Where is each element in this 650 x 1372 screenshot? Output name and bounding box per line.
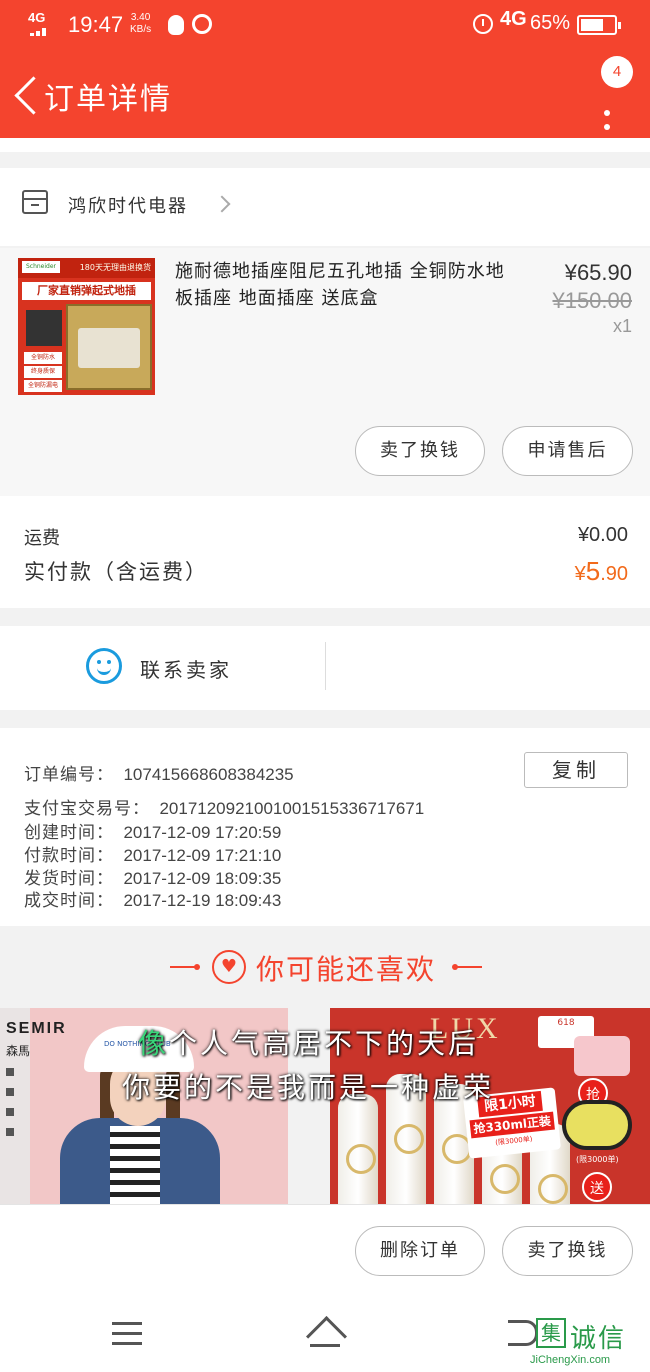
lyric-rest: 个人气高居不下的天后 <box>169 1027 480 1060</box>
thumb-tag: 全铜防水 <box>24 352 62 364</box>
created-time-line: 创建时间： 2017-12-09 17:20:59 <box>24 818 281 843</box>
alipay-number-line: 支付宝交易号： 2017120921001001515336717671 <box>24 794 424 819</box>
sell-button-bottom[interactable]: 卖了换钱 <box>502 1226 633 1276</box>
info-value: 2017-12-19 18:09:43 <box>123 891 282 910</box>
striped-shirt <box>110 1126 160 1204</box>
thumb-floor-socket <box>66 304 152 390</box>
network-type-2: 4G <box>500 8 527 30</box>
gift-badge: 送 <box>582 1172 612 1202</box>
top-strip <box>0 138 650 152</box>
bullet <box>6 1128 14 1136</box>
contact-row: 联系卖家 <box>0 626 650 710</box>
thumb-ad-text: 厂家直销弹起式地插 <box>22 282 151 300</box>
battery-percent: 65% <box>530 12 571 34</box>
product-name[interactable]: 施耐德地插座阻尼五孔地插 全铜防水地板插座 地面插座 送底盒 <box>175 258 515 312</box>
product-price: ¥65.90 <box>564 260 632 285</box>
copy-button[interactable]: 复制 <box>524 752 628 788</box>
shipping-label: 运费 <box>24 528 60 549</box>
paid-label: 实付款（含运费） <box>24 560 208 584</box>
watermark-url: JiChengXin.com <box>530 1354 611 1366</box>
divider <box>325 642 326 690</box>
thumb-tag: 终身质保 <box>24 366 62 378</box>
bullet <box>6 1108 14 1116</box>
delete-order-button[interactable]: 删除订单 <box>355 1226 485 1276</box>
order-number-line: 订单编号： 107415668608384235 <box>24 760 294 785</box>
menu-icon[interactable] <box>112 1322 142 1346</box>
pink-towel-gift <box>574 1036 630 1076</box>
info-label: 支付宝交易号： <box>24 799 150 819</box>
product-original-price: ¥150.00 <box>552 288 632 313</box>
recommend-title: 你可能还喜欢 <box>256 953 437 986</box>
info-label: 成交时间： <box>24 891 114 911</box>
product-thumbnail[interactable]: 180天无理由退换货 Schneider 厂家直销弹起式地插 全铜防水 终身质保… <box>18 258 155 395</box>
sell-button[interactable]: 卖了换钱 <box>355 426 485 476</box>
paid-int: 5 <box>585 556 601 586</box>
title-bar: 订单详情 <box>0 52 650 138</box>
lyric-highlight: 像 <box>138 1027 170 1060</box>
speed-value: 3.40 <box>130 12 151 23</box>
network-type: 4G <box>28 10 46 25</box>
bullet <box>6 1088 14 1096</box>
after-sale-button[interactable]: 申请售后 <box>502 426 633 476</box>
thumb-logo: Schneider <box>22 261 60 273</box>
bullet <box>6 1068 14 1076</box>
more-menu-icon[interactable] <box>598 88 618 134</box>
info-value: 2017120921001001515336717671 <box>159 799 425 818</box>
lyric-line-2: 你要的不是我而是一种虚荣 <box>122 1071 495 1104</box>
status-bar: 4G 19:47 3.40 KB/s 4G 65% <box>0 0 650 52</box>
lyric-line-1: 像个人气高居不下的天后 <box>138 1022 479 1062</box>
watermark-text: 诚信 <box>570 1324 627 1354</box>
chevron-right-icon <box>213 195 231 213</box>
decor-dot <box>194 964 200 970</box>
product-bottle <box>338 1094 378 1204</box>
clock: 19:47 <box>68 12 124 37</box>
paid-time-line: 付款时间： 2017-12-09 17:21:10 <box>24 841 281 866</box>
deal-time-line: 成交时间： 2017-12-19 18:09:43 <box>24 886 281 911</box>
product-quantity: x1 <box>612 316 632 336</box>
home-icon[interactable] <box>304 1320 346 1350</box>
network-speed: 3.40 KB/s <box>130 12 151 36</box>
notification-app-icon <box>192 14 212 34</box>
payment-summary: 运费 ¥0.00 实付款（含运费） ¥5.90 <box>0 496 650 608</box>
signal-icon <box>30 28 52 36</box>
order-info: 订单编号： 107415668608384235 复制 支付宝交易号： 2017… <box>0 728 650 926</box>
speed-unit: KB/s <box>130 24 152 35</box>
battery-icon <box>577 15 621 35</box>
back-arrow-icon[interactable] <box>14 76 36 112</box>
page-title: 订单详情 <box>44 82 172 117</box>
info-label: 订单编号： <box>24 765 114 785</box>
paid-dec: .90 <box>600 563 628 585</box>
info-value: 2017-12-09 17:21:10 <box>123 846 282 865</box>
heart-icon: ♥ <box>212 950 246 984</box>
brush-gift <box>562 1100 632 1150</box>
chat-smile-icon[interactable] <box>86 648 122 684</box>
thumb-socket-cube <box>26 310 62 346</box>
paid-currency: ¥ <box>574 563 586 585</box>
decor-line <box>456 966 482 968</box>
info-value: 2017-12-09 17:20:59 <box>123 823 282 842</box>
alarm-icon <box>473 14 493 34</box>
watermark: 集 诚信 JiChengXin.com <box>530 1318 650 1372</box>
bottom-action-bar: 删除订单 卖了换钱 <box>0 1204 650 1298</box>
brand-name: SEMIR <box>6 1020 67 1037</box>
contact-seller-button[interactable]: 联系卖家 <box>140 654 232 683</box>
info-label: 创建时间： <box>24 823 114 843</box>
paid-amount: ¥5.90 <box>575 556 628 587</box>
message-count-badge[interactable]: 4 <box>601 56 633 88</box>
info-value: 107415668608384235 <box>123 765 294 784</box>
decor-line <box>170 966 196 968</box>
store-name[interactable]: 鸿欣时代电器 <box>68 192 188 218</box>
limit-note: (限3000单) <box>576 1155 619 1164</box>
watermark-logo-icon: 集 <box>536 1318 566 1348</box>
product-card[interactable]: 180天无理由退换货 Schneider 厂家直销弹起式地插 全铜防水 终身质保… <box>0 248 650 496</box>
thumb-tag: 全铜防漏电 <box>24 380 62 392</box>
store-row[interactable]: 鸿欣时代电器 <box>0 168 650 246</box>
store-icon <box>22 190 48 214</box>
qq-icon <box>168 15 184 35</box>
brand-name-cn: 森馬 <box>6 1044 31 1058</box>
recommend-header: ♥ 你可能还喜欢 <box>0 938 650 998</box>
info-label: 付款时间： <box>24 846 114 866</box>
shipping-value: ¥0.00 <box>577 524 628 546</box>
